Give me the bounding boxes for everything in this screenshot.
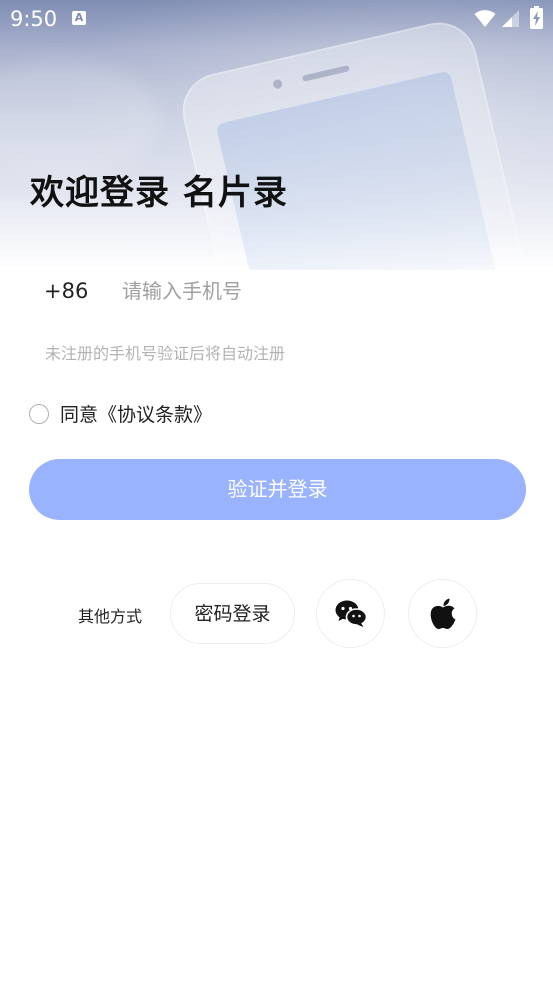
apple-icon: [430, 598, 455, 629]
agreement-checkbox[interactable]: [29, 403, 49, 424]
register-hint: 未注册的手机号验证后将自动注册: [45, 344, 286, 363]
phone-input[interactable]: [122, 279, 482, 303]
apple-login-button[interactable]: [408, 579, 477, 648]
agreement-row[interactable]: 同意《协议条款》: [29, 400, 212, 427]
agreement-label[interactable]: 同意《协议条款》: [60, 400, 212, 427]
status-time: 9:50: [10, 7, 58, 31]
phone-input-row: +86: [44, 274, 482, 308]
country-code-selector[interactable]: +86: [44, 279, 122, 303]
wifi-icon: [474, 10, 496, 27]
hero-blur-decoration: [0, 60, 160, 180]
wechat-login-button[interactable]: [316, 579, 385, 648]
battery-icon: [530, 6, 543, 29]
page-title: 欢迎登录 名片录: [30, 173, 288, 213]
signal-icon: [502, 10, 519, 27]
wechat-icon: [335, 600, 367, 627]
phone-illustration-speaker: [301, 65, 350, 82]
password-login-button[interactable]: 密码登录: [170, 583, 295, 644]
verify-login-button[interactable]: 验证并登录: [29, 459, 526, 520]
phone-illustration-camera: [272, 78, 283, 90]
a-icon: A: [72, 11, 86, 25]
status-bar: 9:50 A: [0, 0, 553, 38]
hero-background: [0, 0, 553, 270]
phone-illustration: [175, 15, 535, 270]
other-methods-label: 其他方式: [78, 607, 143, 626]
